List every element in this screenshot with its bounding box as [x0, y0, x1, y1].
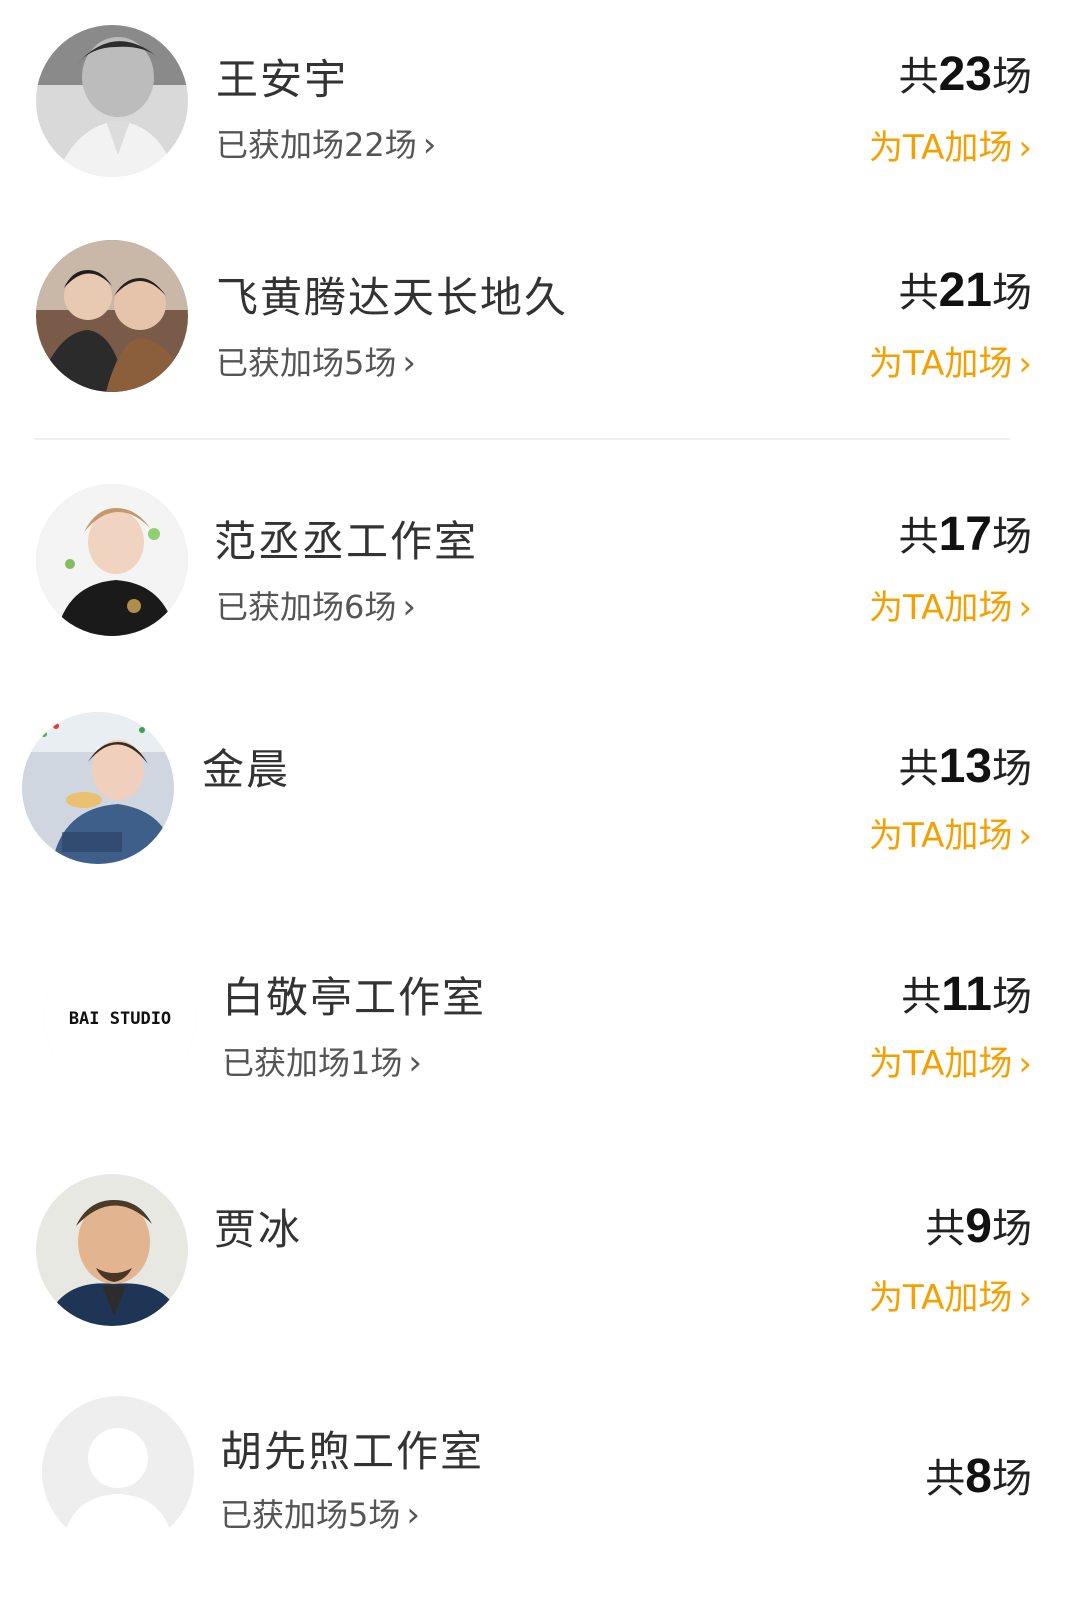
- list-item[interactable]: 贾冰 共9场 为TA加场 ›: [0, 1160, 1080, 1360]
- boost-button[interactable]: 为TA加场 ›: [869, 808, 1032, 857]
- obtained-extra-label: 已获加场22场: [216, 126, 417, 164]
- total-shows: 共21场: [899, 260, 1032, 318]
- chevron-right-icon: ›: [402, 343, 416, 383]
- total-shows: 共8场: [925, 1446, 1032, 1504]
- total-shows: 共13场: [899, 736, 1032, 794]
- total-prefix: 共: [898, 746, 939, 792]
- chevron-right-icon: ›: [1018, 816, 1032, 856]
- avatar[interactable]: [36, 484, 188, 636]
- boost-label: 为TA加场: [869, 816, 1013, 856]
- performer-ranking-list: 王安宇 已获加场22场 › 共23场 为TA加场 › 飞黄腾达天长地久 已获加场…: [0, 0, 1080, 1608]
- total-shows: 共9场: [925, 1196, 1032, 1254]
- total-suffix: 场: [992, 746, 1032, 792]
- avatar-image-icon: [36, 25, 188, 177]
- boost-button[interactable]: 为TA加场 ›: [869, 1036, 1032, 1085]
- boost-label: 为TA加场: [869, 344, 1013, 384]
- list-item[interactable]: 王安宇 已获加场22场 › 共23场 为TA加场 ›: [0, 0, 1080, 210]
- avatar-image-icon: [36, 1174, 188, 1326]
- chevron-right-icon: ›: [422, 125, 437, 165]
- avatar[interactable]: [22, 712, 174, 864]
- obtained-extra-link[interactable]: 已获加场1场 ›: [222, 1038, 422, 1084]
- studio-logo-icon: BAI STUDIO: [44, 942, 196, 1094]
- total-shows: 共11场: [901, 964, 1032, 1022]
- total-shows: 共17场: [899, 504, 1032, 562]
- obtained-extra-label: 已获加场1场: [222, 1044, 403, 1082]
- total-count: 11: [941, 968, 992, 1021]
- total-suffix: 场: [992, 54, 1032, 100]
- obtained-extra-link[interactable]: 已获加场5场 ›: [216, 338, 416, 384]
- boost-label: 为TA加场: [869, 1278, 1013, 1318]
- list-item[interactable]: 范丞丞工作室 已获加场6场 › 共17场 为TA加场 ›: [0, 470, 1080, 670]
- total-prefix: 共: [901, 974, 942, 1020]
- boost-button[interactable]: 为TA加场 ›: [869, 1270, 1032, 1319]
- list-item[interactable]: 金晨 共13场 为TA加场 ›: [0, 700, 1080, 900]
- total-suffix: 场: [992, 974, 1032, 1020]
- avatar-image-icon: [22, 712, 174, 864]
- avatar[interactable]: BAI STUDIO: [44, 942, 196, 1094]
- total-count: 23: [938, 48, 992, 101]
- total-prefix: 共: [925, 1206, 966, 1252]
- avatar-image-icon: [36, 240, 188, 392]
- obtained-extra-label: 已获加场5场: [216, 344, 397, 382]
- avatar-image-icon: [36, 484, 188, 636]
- total-prefix: 共: [898, 54, 939, 100]
- total-suffix: 场: [992, 1456, 1032, 1502]
- total-count: 17: [938, 508, 992, 561]
- chevron-right-icon: ›: [406, 1495, 420, 1535]
- total-suffix: 场: [992, 514, 1032, 560]
- performer-name: 贾冰: [214, 1205, 303, 1254]
- total-prefix: 共: [898, 514, 939, 560]
- performer-name: 胡先煦工作室: [220, 1427, 485, 1476]
- boost-button[interactable]: 为TA加场 ›: [869, 336, 1032, 385]
- chevron-right-icon: ›: [408, 1043, 422, 1083]
- total-count: 13: [938, 740, 992, 793]
- obtained-extra-link[interactable]: 已获加场6场 ›: [216, 582, 416, 628]
- obtained-extra-label: 已获加场5场: [220, 1496, 401, 1534]
- chevron-right-icon: ›: [1018, 344, 1032, 384]
- chevron-right-icon: ›: [1018, 1278, 1032, 1318]
- total-suffix: 场: [992, 270, 1032, 316]
- total-count: 8: [965, 1450, 992, 1503]
- total-prefix: 共: [925, 1456, 966, 1502]
- list-item[interactable]: 飞黄腾达天长地久 已获加场5场 › 共21场 为TA加场 ›: [0, 220, 1080, 430]
- divider: [34, 438, 1010, 440]
- total-shows: 共23场: [899, 44, 1032, 102]
- boost-button[interactable]: 为TA加场 ›: [869, 120, 1032, 169]
- list-item[interactable]: BAI STUDIO 白敬亭工作室 已获加场1场 › 共11场 为TA加场 ›: [0, 930, 1080, 1130]
- studio-logo-text: BAI STUDIO: [69, 1009, 171, 1029]
- obtained-extra-link[interactable]: 已获加场5场 ›: [220, 1490, 420, 1536]
- default-person-icon: [42, 1396, 194, 1548]
- boost-label: 为TA加场: [869, 128, 1013, 168]
- performer-name: 金晨: [202, 745, 291, 794]
- performer-name: 白敬亭工作室: [222, 973, 487, 1022]
- chevron-right-icon: ›: [1018, 588, 1032, 628]
- boost-button[interactable]: 为TA加场 ›: [869, 580, 1032, 629]
- performer-name: 飞黄腾达天长地久: [216, 273, 569, 322]
- chevron-right-icon: ›: [402, 587, 416, 627]
- chevron-right-icon: ›: [1018, 128, 1032, 168]
- boost-label: 为TA加场: [869, 1044, 1013, 1084]
- total-count: 21: [938, 264, 992, 317]
- avatar[interactable]: [36, 240, 188, 392]
- obtained-extra-label: 已获加场6场: [216, 588, 397, 626]
- total-count: 9: [965, 1200, 992, 1253]
- boost-label: 为TA加场: [869, 588, 1013, 628]
- chevron-right-icon: ›: [1018, 1044, 1032, 1084]
- total-prefix: 共: [898, 270, 939, 316]
- avatar[interactable]: [36, 25, 188, 177]
- avatar[interactable]: [42, 1396, 194, 1548]
- performer-name: 王安宇: [216, 55, 349, 104]
- performer-name: 范丞丞工作室: [214, 517, 479, 566]
- list-item[interactable]: 胡先煦工作室 已获加场5场 › 共8场: [0, 1390, 1080, 1608]
- obtained-extra-link[interactable]: 已获加场22场 ›: [216, 120, 436, 166]
- avatar[interactable]: [36, 1174, 188, 1326]
- total-suffix: 场: [992, 1206, 1032, 1252]
